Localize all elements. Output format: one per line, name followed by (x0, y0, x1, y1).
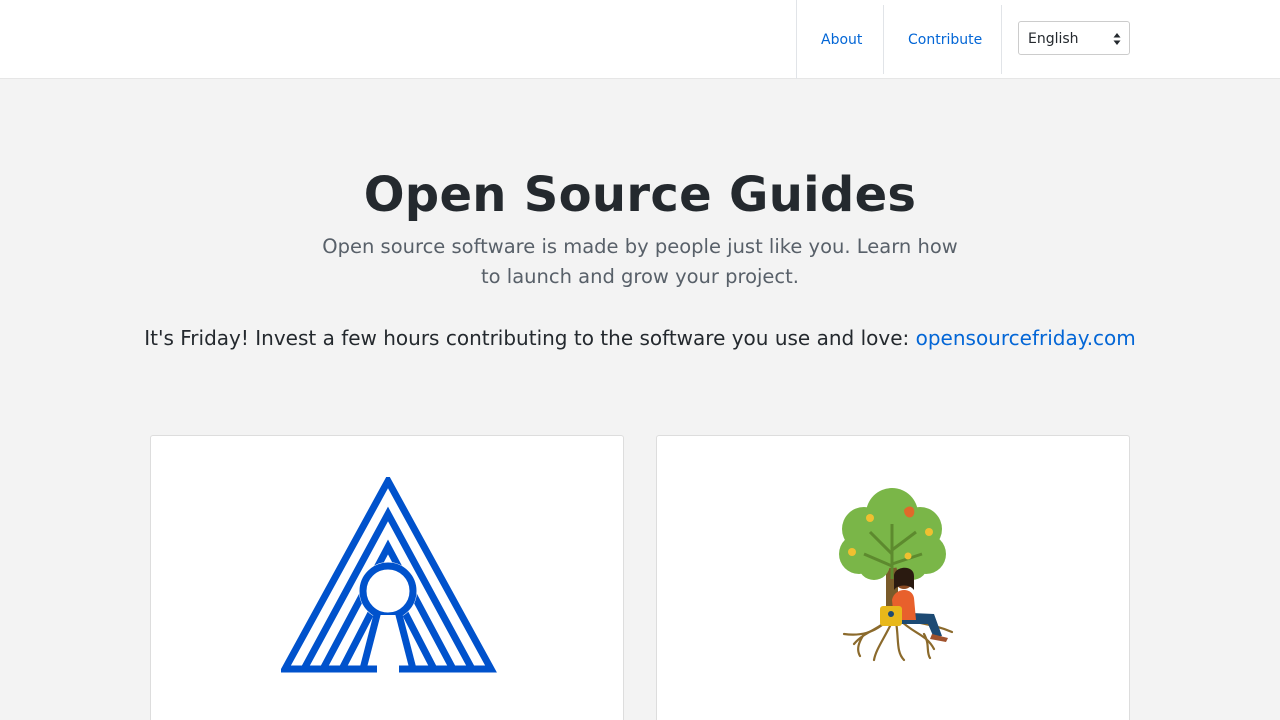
nav-link-about[interactable]: About (821, 32, 862, 48)
page-subtitle: Open source software is made by people j… (322, 235, 958, 288)
select-arrows-icon (1113, 32, 1121, 46)
nav-divider (1001, 5, 1002, 74)
language-select-value: English (1028, 31, 1079, 47)
page-title: Open Source Guides (363, 167, 917, 223)
opensourcefriday-link[interactable]: opensourcefriday.com (916, 326, 1136, 350)
nav-divider (883, 5, 884, 74)
guide-card-2[interactable] (656, 435, 1130, 720)
top-navigation: About Contribute English (0, 0, 1280, 79)
nav-link-contribute[interactable]: Contribute (908, 32, 982, 48)
language-select[interactable]: English (1018, 21, 1130, 55)
tree-with-person-illustration (839, 488, 954, 662)
striped-a-arch-icon (281, 477, 497, 673)
nav-divider (796, 0, 797, 79)
friday-message: It's Friday! Invest a few hours contribu… (0, 323, 1280, 353)
guide-card-1[interactable] (150, 435, 624, 720)
friday-text: It's Friday! Invest a few hours contribu… (144, 326, 916, 350)
